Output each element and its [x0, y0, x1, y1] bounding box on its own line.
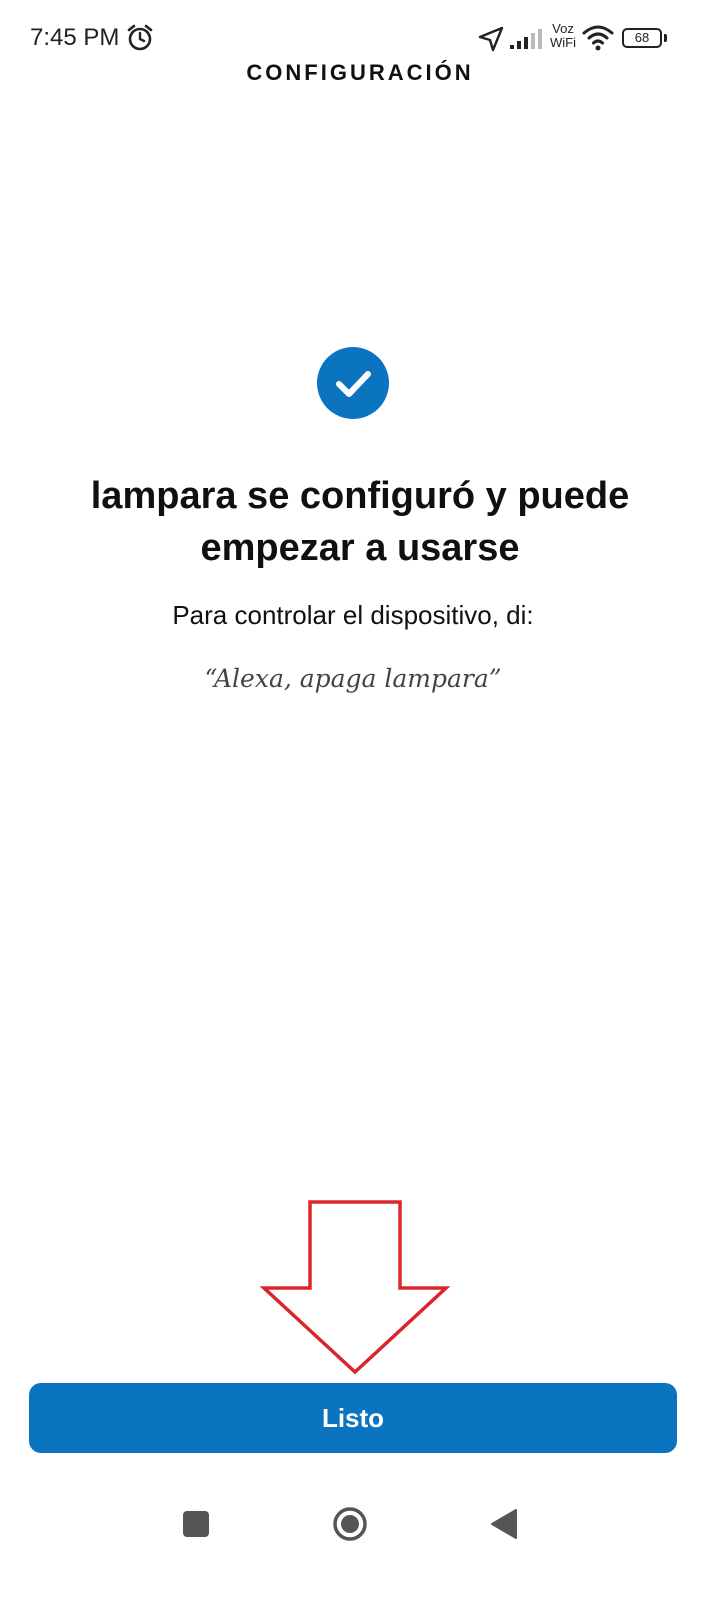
voice-command-example: “Alexa, apaga lampara” [204, 664, 502, 693]
page-title: CONFIGURACIÓN [246, 60, 474, 85]
down-arrow-annotation-icon [259, 1200, 451, 1375]
wifi-icon [582, 25, 614, 51]
done-button[interactable]: Listo [29, 1383, 677, 1453]
voz-wifi-indicator: Voz WiFi [547, 22, 579, 50]
battery-tip [664, 34, 667, 42]
wifi-label: WiFi [550, 35, 576, 50]
recent-apps-icon[interactable] [183, 1511, 209, 1537]
battery-indicator: 68 [622, 28, 662, 48]
setup-complete-screen: 7:45 PM Voz WiFi 68 CONFIGURACIÓN lampar… [0, 0, 720, 1600]
voz-label: Voz [552, 21, 574, 36]
check-circle-icon [317, 347, 389, 419]
success-title: lampara se configuró y puede empezar a u… [90, 475, 630, 569]
instruction-text: Para controlar el dispositivo, di: [172, 600, 534, 630]
status-time: 7:45 PM [30, 24, 120, 51]
alarm-clock-icon [127, 24, 153, 51]
home-icon[interactable] [332, 1506, 368, 1542]
navigation-arrow-icon [478, 26, 504, 52]
cell-signal-icon [510, 29, 542, 49]
back-icon[interactable] [490, 1508, 518, 1540]
